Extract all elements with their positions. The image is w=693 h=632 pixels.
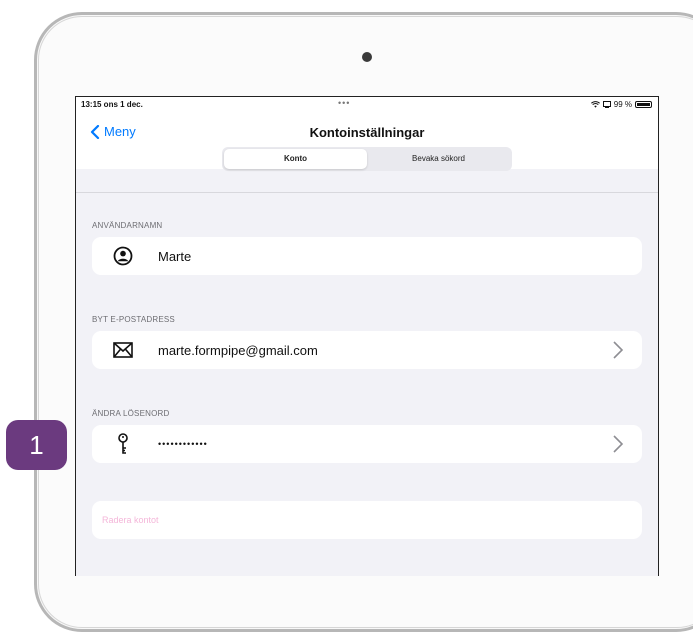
- person-circle-icon: [112, 245, 134, 267]
- battery-icon: [635, 101, 652, 108]
- battery-percent: 99 %: [613, 100, 632, 109]
- step-callout-badge: 1: [6, 420, 67, 470]
- password-value: ••••••••••••: [158, 439, 208, 449]
- password-cell[interactable]: ••••••••••••: [92, 425, 642, 463]
- delete-account-cell[interactable]: Radera kontot: [92, 501, 642, 539]
- status-bar: 13:15 ons 1 dec. ••• 99 %: [76, 97, 658, 113]
- multitask-dots[interactable]: •••: [338, 98, 350, 108]
- page-title: Kontoinställningar: [309, 125, 425, 140]
- chevron-right-icon: [613, 341, 624, 359]
- envelope-icon: [112, 339, 134, 361]
- app-screen: 13:15 ons 1 dec. ••• 99 % Meny Kontoinst…: [75, 96, 659, 576]
- email-header: BYT E-POSTADRESS: [92, 315, 175, 324]
- status-time: 13:15 ons 1 dec.: [81, 100, 143, 109]
- camera-icon: [362, 52, 372, 62]
- tab-bevaka-sokord[interactable]: Bevaka sökord: [367, 149, 510, 169]
- delete-account-button[interactable]: Radera kontot: [102, 515, 159, 525]
- screen-icon: [602, 101, 611, 108]
- username-cell[interactable]: Marte: [92, 237, 642, 275]
- password-header: ÄNDRA LÖSENORD: [92, 409, 170, 418]
- username-value: Marte: [158, 248, 192, 264]
- username-header: ANVÄNDARNAMN: [92, 221, 163, 230]
- nav-divider: [76, 192, 658, 193]
- key-icon: [112, 433, 134, 455]
- email-value: marte.formpipe@gmail.com: [158, 342, 318, 358]
- tab-konto[interactable]: Konto: [224, 149, 367, 169]
- chevron-right-icon: [613, 435, 624, 453]
- wifi-icon: [590, 101, 600, 108]
- status-right: 99 %: [590, 100, 652, 109]
- segmented-control: Konto Bevaka sökord: [222, 147, 512, 171]
- email-cell[interactable]: marte.formpipe@gmail.com: [92, 331, 642, 369]
